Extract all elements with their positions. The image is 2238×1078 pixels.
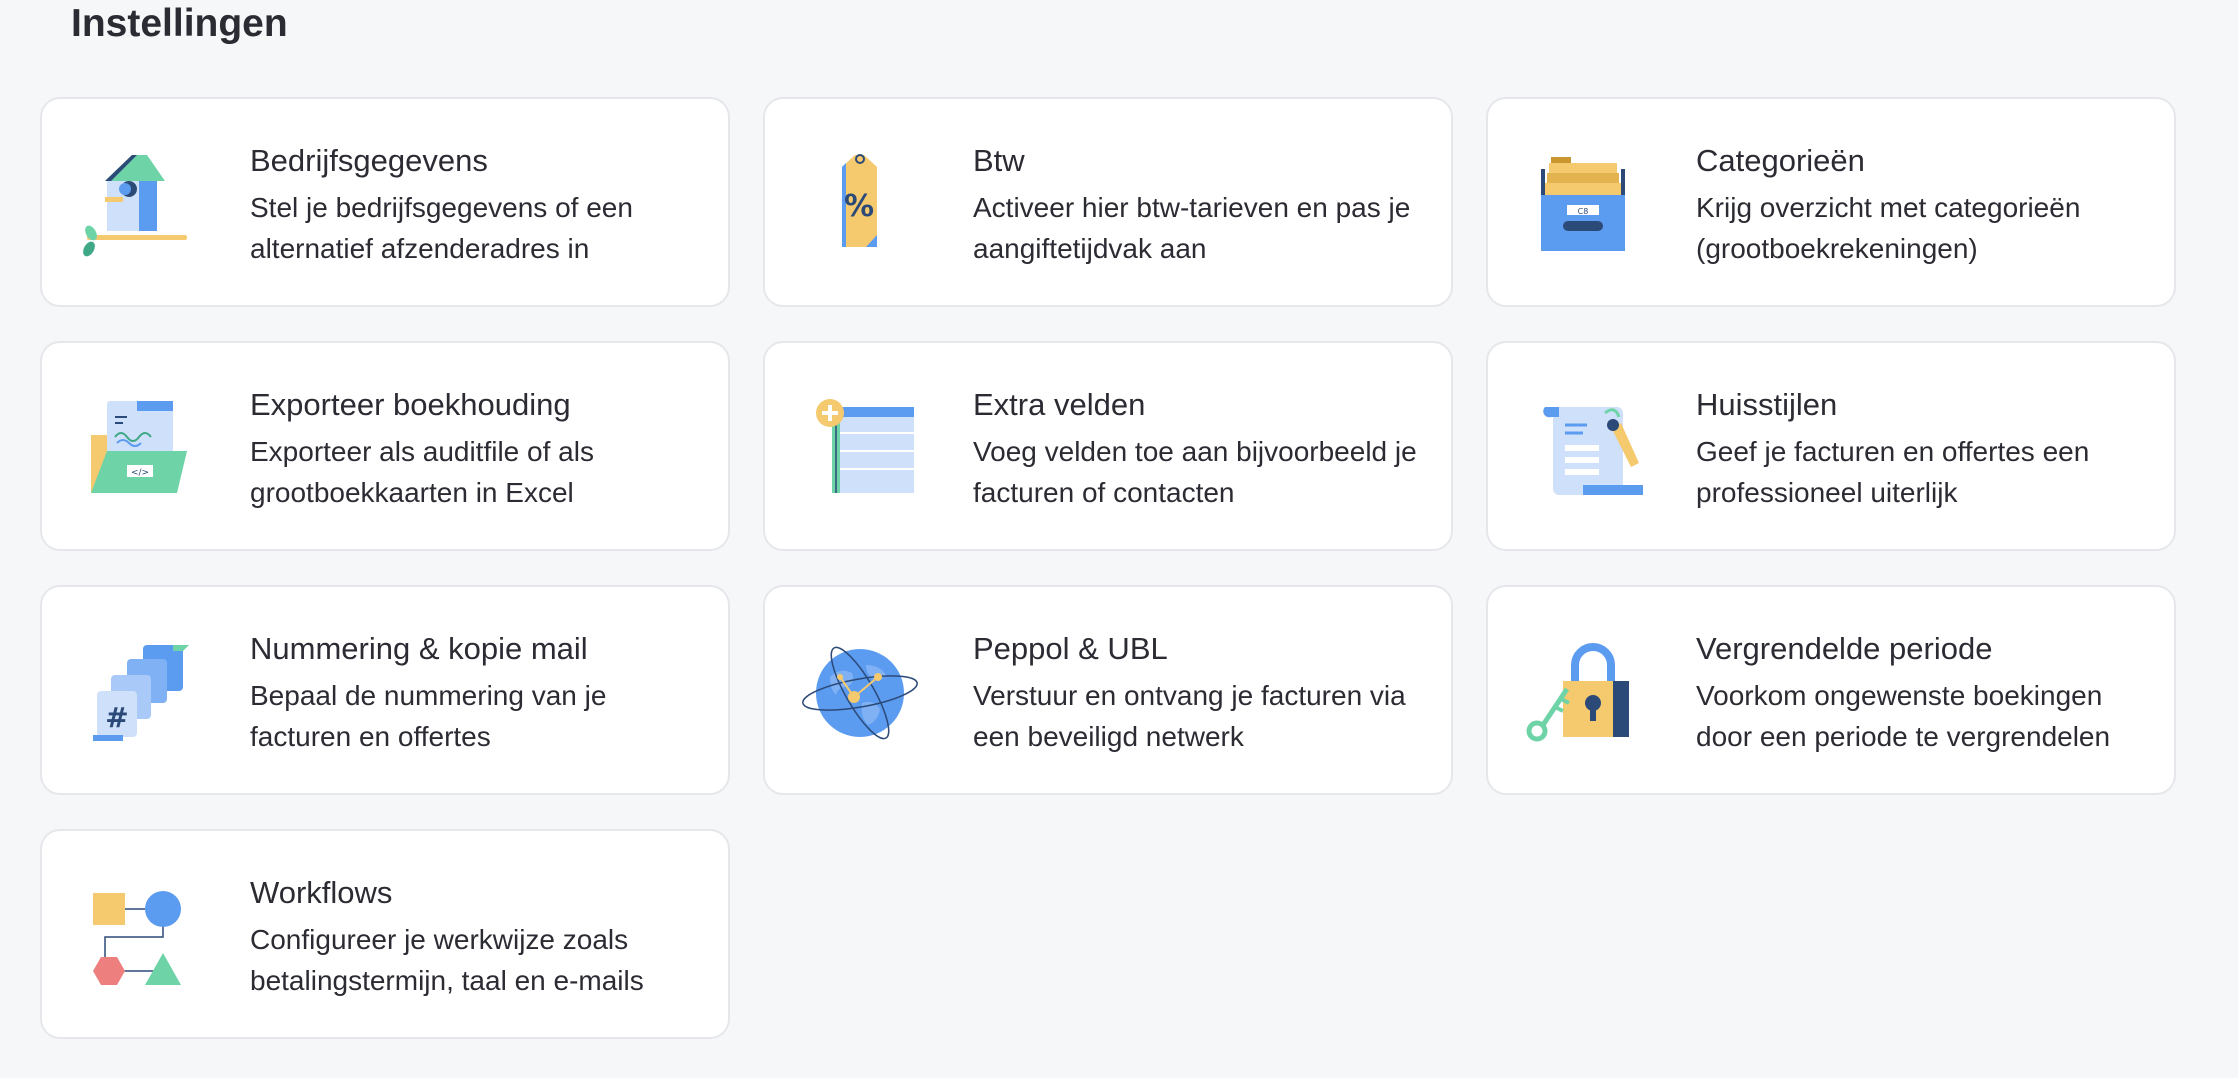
card-description: Stel je bedrijfsgegevens of een alternat…	[250, 192, 633, 264]
card-categorieen[interactable]: C8 Categorieën Krijg overzicht met categ…	[1486, 97, 2176, 307]
padlock-key-icon	[1523, 637, 1643, 747]
numbering-pages-icon: #	[77, 637, 197, 747]
card-title: Nummering & kopie mail	[250, 631, 588, 666]
card-extra-velden[interactable]: Extra velden Voeg velden toe aan bijvoor…	[763, 341, 1453, 551]
card-description: Activeer hier btw-tarieven en pas je aan…	[973, 192, 1411, 264]
add-fields-icon	[800, 393, 920, 503]
svg-text:#: #	[105, 701, 128, 734]
card-title: Btw	[973, 143, 1025, 178]
svg-text:%: %	[844, 189, 874, 224]
card-title: Exporteer boekhouding	[250, 387, 571, 422]
card-title: Huisstijlen	[1696, 387, 1838, 422]
svg-text:</>: </>	[131, 468, 149, 478]
card-description: Exporteer als auditfile of als grootboek…	[250, 436, 594, 508]
card-title: Vergrendelde periode	[1696, 631, 1993, 666]
card-title: Peppol & UBL	[973, 631, 1168, 666]
card-description: Krijg overzicht met categorieën (grootbo…	[1696, 192, 2081, 264]
card-btw[interactable]: % Btw Activeer hier btw-tarieven en pas …	[763, 97, 1453, 307]
workflow-shapes-icon	[77, 881, 197, 991]
card-vergrendelde-periode[interactable]: Vergrendelde periode Voorkom ongewenste …	[1486, 585, 2176, 795]
file-box-label: C8	[1578, 207, 1589, 216]
card-workflows[interactable]: Workflows Configureer je werkwijze zoals…	[40, 829, 730, 1039]
page-title: Instellingen	[71, 2, 288, 45]
card-exporteer-boekhouding[interactable]: </> Exporteer boekhouding Exporteer als …	[40, 341, 730, 551]
card-description: Bepaal de nummering van je facturen en o…	[250, 680, 607, 752]
percent-tag-icon: %	[800, 149, 920, 259]
card-description: Configureer je werkwijze zoals betalings…	[250, 924, 644, 996]
card-description: Voorkom ongewenste boekingen door een pe…	[1696, 680, 2111, 752]
settings-grid: Bedrijfsgegevens Stel je bedrijfsgegeven…	[40, 97, 2176, 1039]
card-peppol-ubl[interactable]: Peppol & UBL Verstuur en ontvang je fact…	[763, 585, 1453, 795]
card-bedrijfsgegevens[interactable]: Bedrijfsgegevens Stel je bedrijfsgegeven…	[40, 97, 730, 307]
card-nummering-kopie-mail[interactable]: # Nummering & kopie mail Bepaal de numme…	[40, 585, 730, 795]
birdhouse-icon	[77, 149, 197, 259]
file-box-icon: C8	[1523, 149, 1643, 259]
card-title: Extra velden	[973, 387, 1146, 422]
export-folder-icon: </>	[77, 393, 197, 503]
card-title: Categorieën	[1696, 143, 1865, 178]
card-description: Voeg velden toe aan bijvoorbeeld je fact…	[973, 436, 1417, 508]
card-huisstijlen[interactable]: Huisstijlen Geef je facturen en offertes…	[1486, 341, 2176, 551]
scroll-brush-icon	[1523, 393, 1643, 503]
globe-network-icon	[800, 637, 920, 747]
card-description: Geef je facturen en offertes een profess…	[1696, 436, 2090, 508]
card-title: Workflows	[250, 875, 393, 910]
card-title: Bedrijfsgegevens	[250, 143, 488, 178]
card-description: Verstuur en ontvang je facturen via een …	[973, 680, 1406, 752]
